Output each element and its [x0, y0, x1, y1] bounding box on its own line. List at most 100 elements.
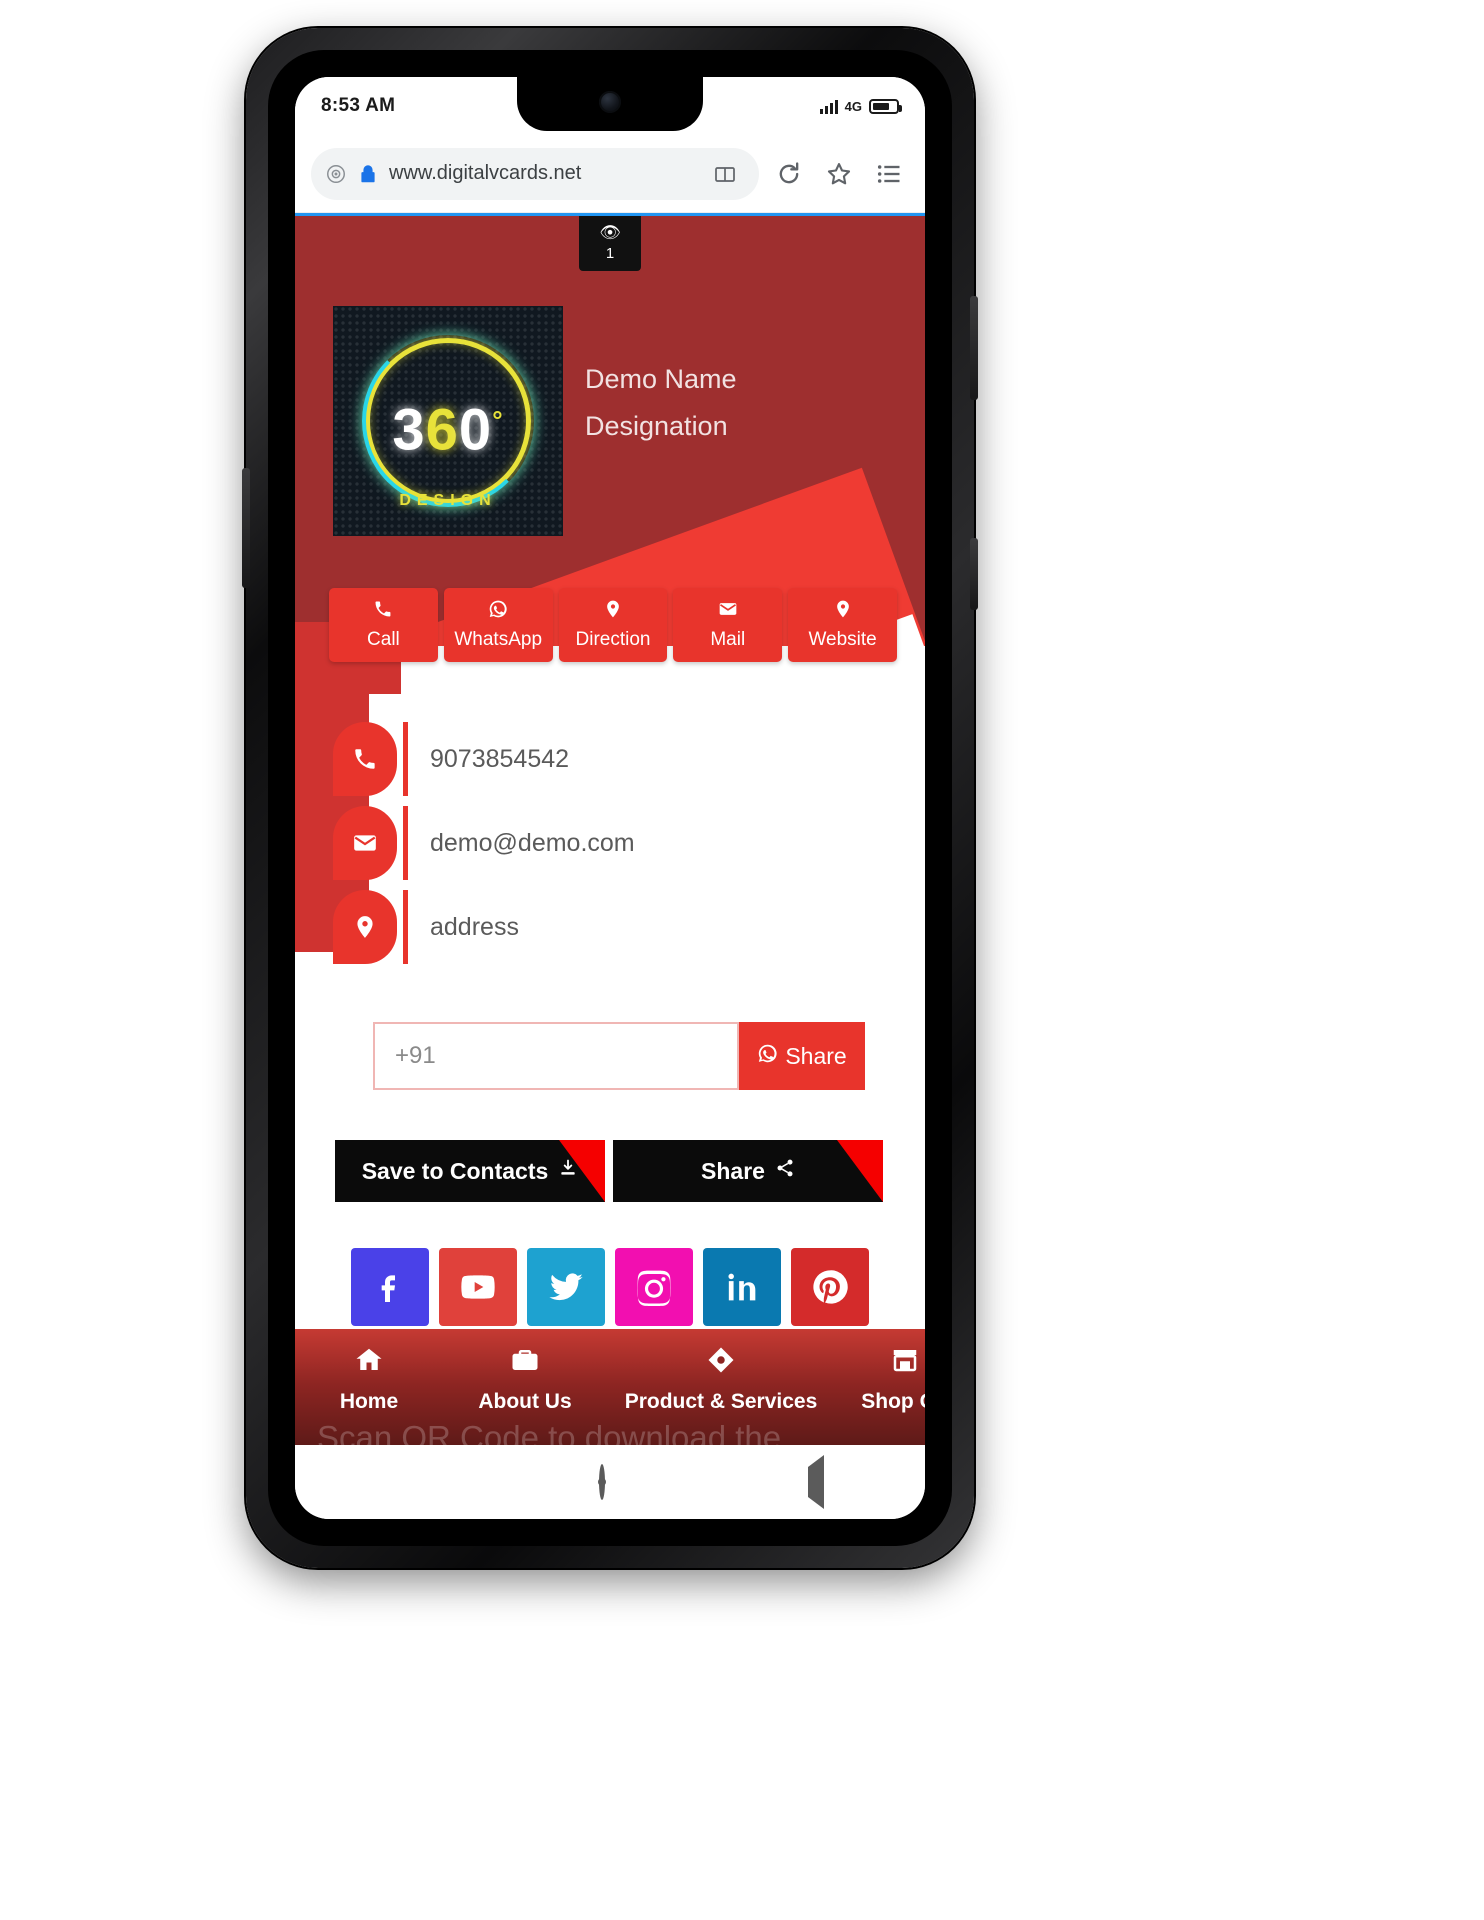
- linkedin-icon[interactable]: [703, 1248, 781, 1326]
- volume-down-button[interactable]: [242, 468, 250, 588]
- android-navigation-bar: [295, 1445, 925, 1519]
- view-count: 1: [605, 245, 615, 262]
- save-to-contacts-button[interactable]: Save to Contacts: [335, 1140, 605, 1202]
- social-links-row: [295, 1248, 925, 1326]
- contact-details-section: 9073854542 demo@demo.com address: [295, 622, 925, 966]
- contact-email-value: demo@demo.com: [430, 828, 635, 857]
- tracking-protection-icon: [327, 164, 345, 183]
- envelope-icon: [333, 806, 397, 880]
- view-counter-badge: 👁 1: [579, 216, 641, 271]
- profile-name: Demo Name: [585, 364, 737, 394]
- whatsapp-icon: [757, 1043, 778, 1070]
- list-menu-icon[interactable]: [869, 154, 909, 194]
- star-bookmark-icon[interactable]: [819, 154, 859, 194]
- action-call-button[interactable]: Call: [329, 588, 438, 662]
- status-icons: 4G: [819, 98, 902, 114]
- phone-mockup: 8:53 AM 4G www.digitalvcards.net 👁 1 360…: [242, 28, 978, 1568]
- phone-icon: [333, 599, 434, 623]
- share-label: Share: [701, 1157, 765, 1184]
- cta-button-row: Save to Contacts Share: [335, 1140, 883, 1202]
- logo-digit-0: 0: [458, 397, 493, 463]
- status-time: 8:53 AM: [321, 95, 396, 116]
- whatsapp-share-button[interactable]: Share: [739, 1022, 865, 1090]
- back-triangle-icon[interactable]: [807, 1454, 824, 1509]
- signal-bars-icon: [819, 99, 838, 114]
- profile-designation: Designation: [585, 411, 728, 441]
- contact-divider: [403, 806, 408, 880]
- power-button[interactable]: [970, 296, 978, 400]
- front-camera-icon: [599, 91, 621, 113]
- page-content: 👁 1 360° DESIGN Demo Name Designation Ca…: [295, 213, 925, 1445]
- youtube-icon[interactable]: [439, 1248, 517, 1326]
- facebook-icon[interactable]: [351, 1248, 429, 1326]
- envelope-icon: [677, 599, 778, 623]
- logo-text: 360°: [392, 397, 503, 464]
- twitter-icon[interactable]: [527, 1248, 605, 1326]
- logo-subtext: DESIGN: [399, 492, 497, 509]
- reload-icon[interactable]: [769, 154, 809, 194]
- home-icon: [299, 1345, 439, 1381]
- instagram-icon[interactable]: [615, 1248, 693, 1326]
- tag-icon: [611, 1345, 831, 1381]
- globe-pin-icon: [792, 599, 893, 623]
- action-whatsapp-label: WhatsApp: [454, 629, 543, 650]
- url-text: www.digitalvcards.net: [389, 162, 582, 184]
- company-logo: 360° DESIGN: [333, 306, 563, 536]
- contact-divider: [403, 890, 408, 964]
- nav-item-products[interactable]: Product & Services: [607, 1345, 835, 1414]
- screen-notch: [517, 77, 703, 131]
- logo-digit-3: 3: [392, 397, 426, 463]
- volume-up-button[interactable]: [970, 538, 978, 610]
- nav-item-home[interactable]: Home: [295, 1345, 443, 1414]
- vcard-hero: 👁 1 360° DESIGN Demo Name Designation: [295, 216, 925, 646]
- qr-scan-text: Scan QR Code to download the: [317, 1419, 782, 1445]
- nav-item-about-us[interactable]: About Us: [443, 1345, 607, 1414]
- eye-icon: 👁: [599, 223, 621, 242]
- pinterest-icon[interactable]: [791, 1248, 869, 1326]
- battery-icon: [869, 98, 902, 114]
- download-icon: [558, 1158, 578, 1184]
- save-to-contacts-label: Save to Contacts: [361, 1157, 549, 1184]
- action-direction-button[interactable]: Direction: [558, 588, 668, 662]
- map-pin-icon: [563, 599, 664, 623]
- bottom-navigation: Scan QR Code to download the Home About …: [295, 1329, 925, 1445]
- map-pin-icon: [333, 890, 397, 964]
- action-website-button[interactable]: Website: [788, 588, 897, 662]
- nav-shop-label: Shop On: [861, 1390, 925, 1413]
- logo-degree: °: [492, 405, 504, 436]
- action-mail-label: Mail: [710, 629, 746, 650]
- contact-row-phone[interactable]: 9073854542: [295, 720, 925, 798]
- phone-screen: 8:53 AM 4G www.digitalvcards.net 👁 1 360…: [295, 77, 925, 1519]
- secure-lock-icon: [361, 164, 375, 182]
- home-circle-icon[interactable]: [598, 1463, 605, 1500]
- action-whatsapp-button[interactable]: WhatsApp: [443, 588, 553, 662]
- contact-divider: [403, 722, 408, 796]
- briefcase-icon: [447, 1345, 603, 1381]
- reader-mode-icon[interactable]: [705, 154, 745, 194]
- contact-row-address[interactable]: address: [295, 888, 925, 966]
- action-call-label: Call: [367, 629, 400, 650]
- contact-address-value: address: [430, 912, 519, 941]
- whatsapp-icon: [448, 599, 549, 623]
- logo-digit-6: 6: [425, 397, 459, 463]
- phone-bezel: 8:53 AM 4G www.digitalvcards.net 👁 1 360…: [268, 50, 952, 1546]
- phone-number-input[interactable]: +91: [373, 1022, 739, 1090]
- address-bar[interactable]: www.digitalvcards.net: [311, 147, 759, 200]
- action-direction-label: Direction: [575, 629, 651, 650]
- share-button[interactable]: Share: [613, 1140, 883, 1202]
- nav-about-label: About Us: [478, 1390, 572, 1413]
- browser-toolbar: www.digitalvcards.net: [295, 135, 925, 213]
- nav-home-label: Home: [339, 1390, 399, 1413]
- phone-icon: [333, 722, 397, 796]
- store-icon: [839, 1345, 925, 1381]
- nav-item-shop-on[interactable]: Shop On: [835, 1345, 925, 1414]
- share-nodes-icon: [775, 1158, 795, 1184]
- contact-row-email[interactable]: demo@demo.com: [295, 804, 925, 882]
- corner-accent: [837, 1140, 883, 1202]
- network-label: 4G: [844, 98, 862, 114]
- nav-products-label: Product & Services: [624, 1390, 818, 1413]
- action-mail-button[interactable]: Mail: [673, 588, 783, 662]
- hero-identity: Demo Name Designation: [585, 364, 737, 442]
- whatsapp-share-row: +91 Share: [373, 1022, 865, 1090]
- action-website-label: Website: [808, 629, 877, 650]
